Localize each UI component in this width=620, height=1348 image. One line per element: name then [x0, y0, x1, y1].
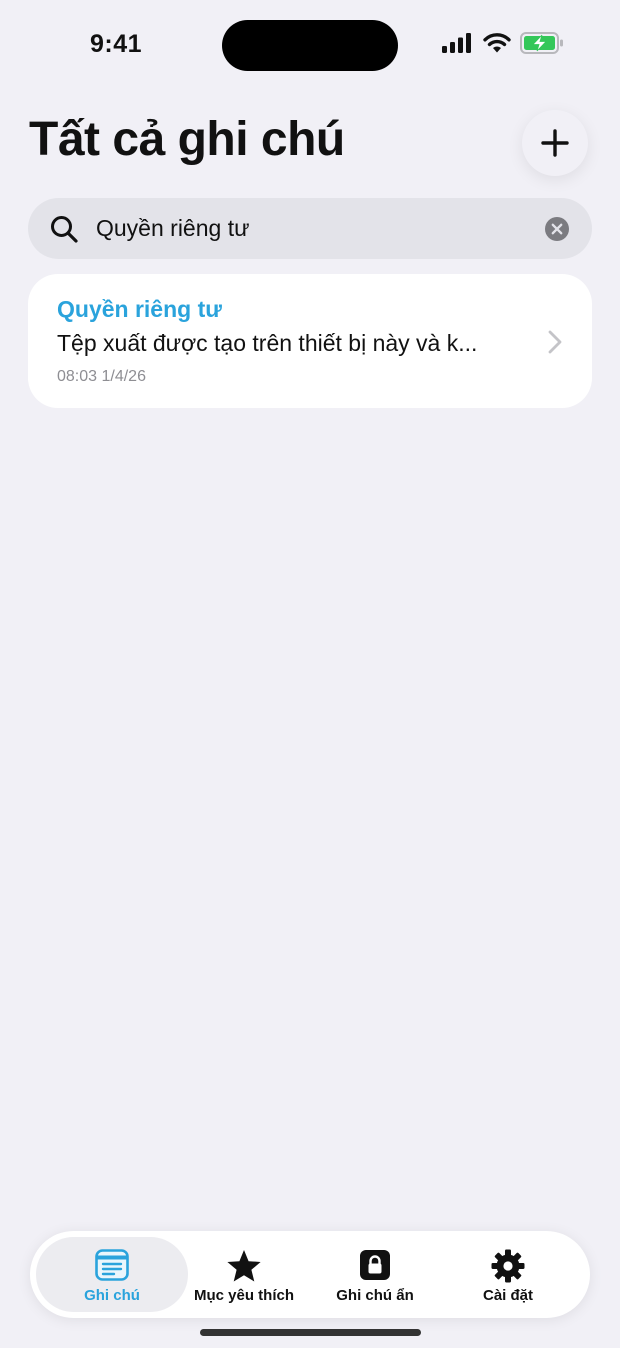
note-title: Quyền riêng tư	[57, 296, 222, 322]
tab-label: Ghi chú	[84, 1287, 140, 1304]
status-bar: 9:41	[0, 0, 620, 92]
cellular-signal-icon	[442, 33, 471, 53]
chevron-right-icon	[548, 330, 562, 354]
lock-icon	[360, 1250, 390, 1280]
note-date: 08:03 1/4/26	[57, 368, 146, 385]
tab-label: Mục yêu thích	[193, 1287, 294, 1304]
page-title: Tất cả ghi chú	[29, 113, 345, 166]
tab-favorites[interactable]: Mục yêu thích	[188, 1237, 300, 1312]
tab-label: Cài đặt	[482, 1287, 533, 1304]
tab-settings[interactable]: Cài đặt	[448, 1237, 568, 1312]
note-icon	[95, 1249, 129, 1281]
star-icon	[227, 1250, 261, 1282]
gear-icon	[491, 1249, 525, 1283]
tab-label: Ghi chú ẩn	[336, 1287, 414, 1304]
add-note-button[interactable]	[522, 110, 588, 176]
tab-bar: Ghi chú Mục yêu thích Ghi chú ẩn Cài đặt	[30, 1231, 590, 1318]
tab-hidden-notes[interactable]: Ghi chú ẩn	[315, 1237, 435, 1312]
status-time: 9:41	[90, 30, 143, 58]
tab-notes[interactable]: Ghi chú	[36, 1237, 188, 1312]
search-bar[interactable]	[28, 198, 592, 259]
xmark-circle-icon[interactable]	[545, 217, 569, 241]
battery-charging-icon	[520, 32, 563, 54]
note-preview: Tệp xuất được tạo trên thiết bị này và k…	[57, 330, 478, 356]
status-icons	[442, 32, 564, 54]
magnifying-glass-icon	[51, 216, 78, 243]
note-list-item[interactable]: Quyền riêng tư Tệp xuất được tạo trên th…	[28, 274, 592, 408]
plus-icon	[541, 129, 569, 157]
dynamic-island	[222, 20, 398, 71]
home-indicator	[200, 1329, 421, 1336]
search-input[interactable]	[96, 209, 536, 247]
wifi-icon	[483, 33, 511, 53]
